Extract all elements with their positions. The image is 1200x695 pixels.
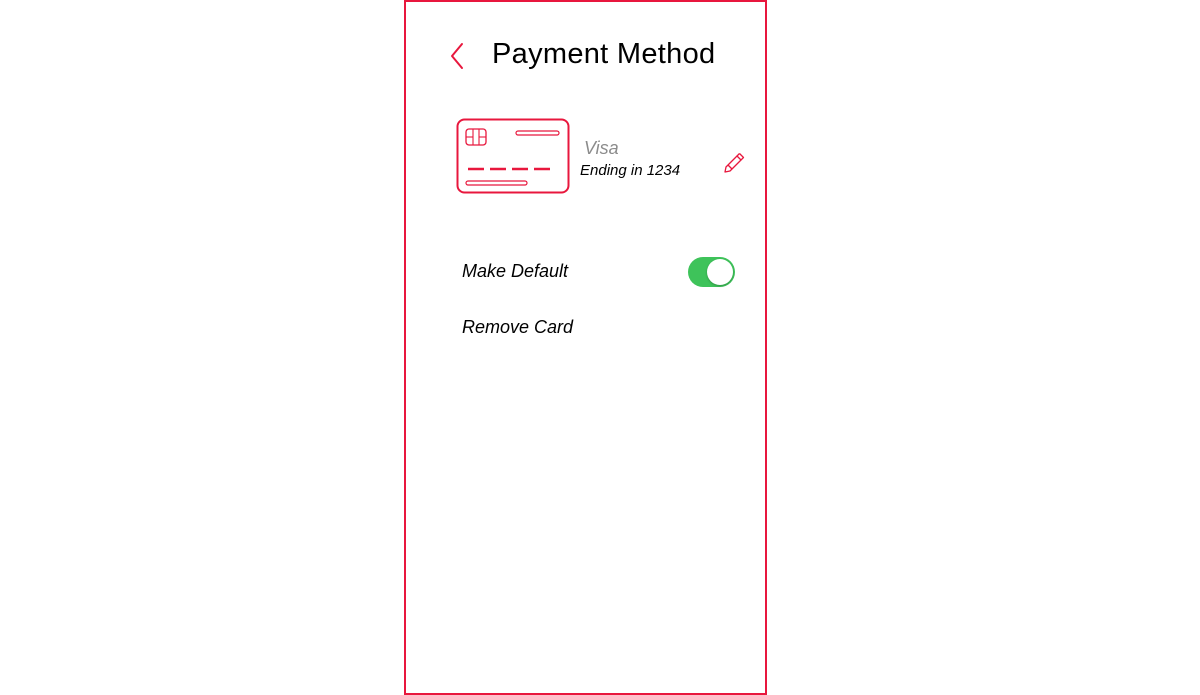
card-ending-label: Ending in 1234 <box>580 162 681 179</box>
remove-card-button[interactable]: Remove Card <box>462 317 573 338</box>
phone-frame: Payment Method Visa Ending in 1234 Make … <box>404 0 767 695</box>
pencil-icon <box>724 153 745 173</box>
edit-card-button[interactable] <box>722 150 746 174</box>
make-default-toggle[interactable] <box>688 257 735 287</box>
page-title: Payment Method <box>492 38 716 70</box>
card-brand-label: Visa <box>584 138 619 158</box>
back-button[interactable] <box>446 40 468 72</box>
toggle-knob <box>707 259 733 285</box>
card-item: Visa Ending in 1234 <box>456 118 756 198</box>
credit-card-icon <box>456 118 570 194</box>
chevron-left-icon <box>451 43 463 69</box>
make-default-label: Make Default <box>462 261 569 281</box>
